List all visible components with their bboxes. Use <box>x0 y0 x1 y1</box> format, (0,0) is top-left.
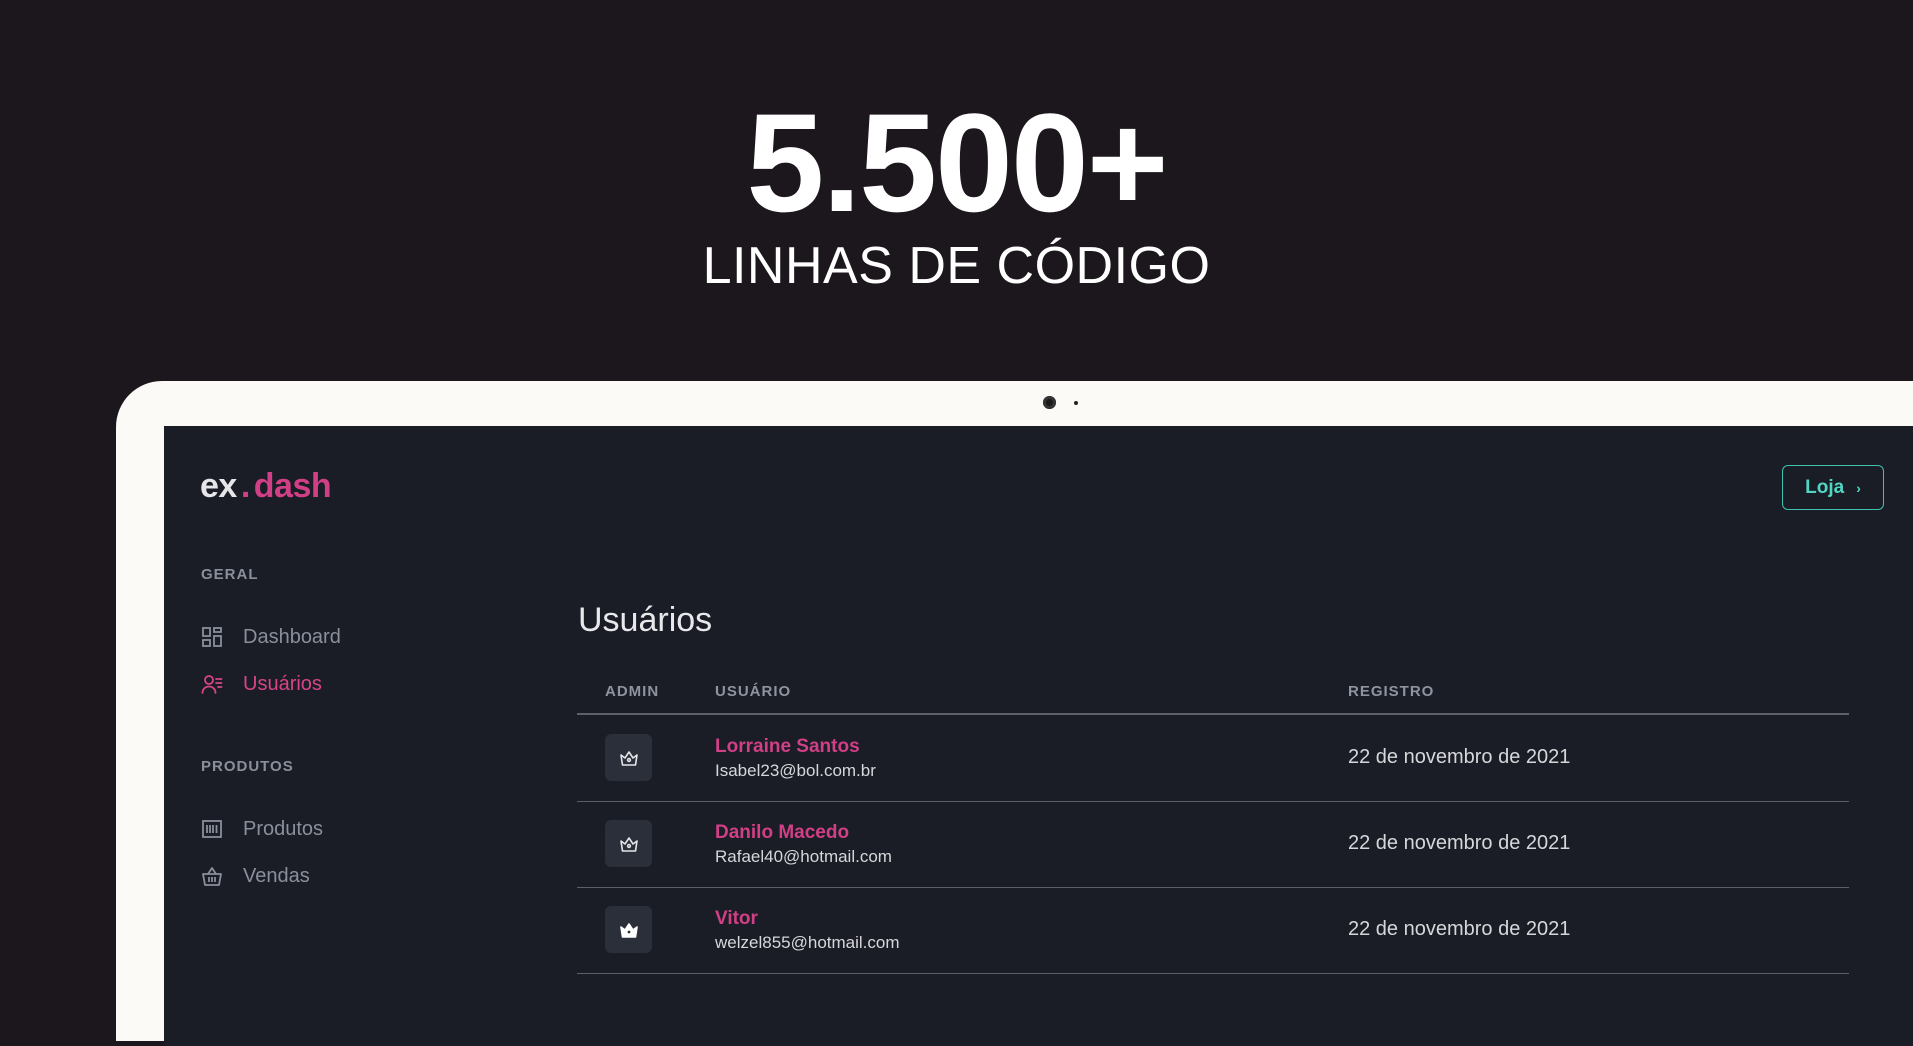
page-title: Usuários <box>578 601 713 639</box>
logo-dot: . <box>240 467 250 505</box>
crown-icon <box>618 747 640 769</box>
sidebar-item-label: Usuários <box>243 672 322 695</box>
table-row: Vitor welzel855@hotmail.com 22 de novemb… <box>577 887 1849 974</box>
column-header-admin: ADMIN <box>605 683 660 700</box>
app-logo[interactable]: ex. dash <box>200 467 332 506</box>
sidebar-section-produtos: PRODUTOS <box>201 758 294 775</box>
crown-icon <box>618 833 640 855</box>
sidebar-item-label: Dashboard <box>243 625 341 648</box>
logo-dash: dash <box>253 467 332 505</box>
sidebar-item-label: Produtos <box>243 817 324 840</box>
users-list-icon <box>201 673 223 695</box>
store-button[interactable]: Loja › <box>1782 465 1884 510</box>
logo-ex: ex <box>200 467 237 505</box>
hero-section: 5.500+ LINHAS DE CÓDIGO <box>0 0 1913 360</box>
table-row: Lorraine Santos Isabel23@bol.com.br 22 d… <box>577 715 1849 802</box>
sidebar-item-label: Vendas <box>243 864 310 887</box>
sidebar-item-dashboard[interactable]: Dashboard <box>201 622 341 652</box>
user-name-link[interactable]: Lorraine Santos <box>715 736 860 758</box>
webcam-icon <box>1043 396 1056 409</box>
sidebar-section-geral: GERAL <box>201 566 259 583</box>
user-email: welzel855@hotmail.com <box>715 933 900 952</box>
user-name-link[interactable]: Danilo Macedo <box>715 822 849 844</box>
user-registration-date: 22 de novembro de 2021 <box>1348 918 1571 940</box>
table-row: Danilo Macedo Rafael40@hotmail.com 22 de… <box>577 801 1849 888</box>
crown-filled-icon <box>618 919 640 941</box>
barcode-icon <box>201 818 223 840</box>
camera-light-icon <box>1074 401 1078 405</box>
sidebar-item-vendas[interactable]: Vendas <box>201 861 310 891</box>
hero-caption: LINHAS DE CÓDIGO <box>702 237 1211 295</box>
hero-number: 5.500+ <box>746 84 1168 241</box>
admin-toggle-button[interactable] <box>605 820 652 867</box>
user-email: Isabel23@bol.com.br <box>715 761 876 780</box>
admin-toggle-button[interactable] <box>605 906 652 953</box>
admin-toggle-button[interactable] <box>605 734 652 781</box>
column-header-registro: REGISTRO <box>1348 683 1435 700</box>
sidebar-item-produtos[interactable]: Produtos <box>201 814 323 844</box>
user-email: Rafael40@hotmail.com <box>715 847 892 866</box>
column-header-usuario: USUÁRIO <box>715 683 792 700</box>
laptop-frame: ex. dash Loja › GERAL Dashboard Usuários… <box>116 381 1913 1046</box>
app-screen: ex. dash Loja › GERAL Dashboard Usuários… <box>164 426 1913 1046</box>
user-registration-date: 22 de novembro de 2021 <box>1348 832 1571 854</box>
user-name-link[interactable]: Vitor <box>715 908 758 930</box>
store-button-label: Loja <box>1805 476 1845 498</box>
chevron-right-icon: › <box>1856 479 1861 496</box>
basket-icon <box>201 865 223 887</box>
user-registration-date: 22 de novembro de 2021 <box>1348 746 1571 768</box>
dashboard-grid-icon <box>201 626 223 648</box>
sidebar-item-usuarios[interactable]: Usuários <box>201 669 322 699</box>
